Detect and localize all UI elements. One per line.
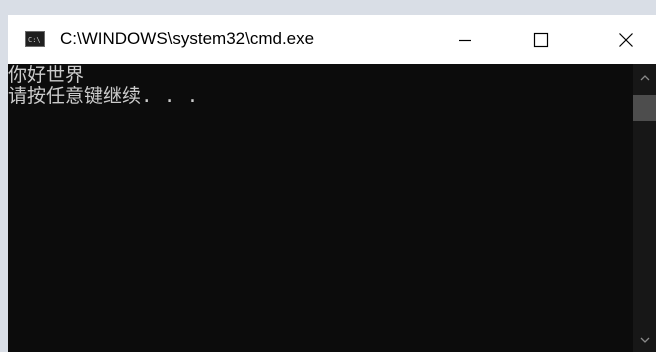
console-output[interactable]: 你好世界 请按任意键继续. . . bbox=[8, 64, 633, 352]
scroll-track[interactable] bbox=[633, 121, 656, 327]
window-title: C:\WINDOWS\system32\cmd.exe bbox=[60, 29, 315, 48]
close-icon bbox=[618, 32, 634, 48]
cmd-icon[interactable]: C:\ bbox=[25, 31, 45, 47]
cmd-window: C:\ C:\WINDOWS\system32\cmd.exe 你好世界 请按任… bbox=[8, 15, 656, 352]
chevron-down-icon bbox=[640, 331, 650, 349]
vertical-scrollbar[interactable] bbox=[633, 64, 656, 352]
title-bar[interactable]: C:\ C:\WINDOWS\system32\cmd.exe bbox=[8, 15, 656, 64]
console-line: 请按任意键继续. . . bbox=[8, 85, 199, 107]
console-line: 你好世界 bbox=[8, 64, 85, 86]
minimize-button[interactable] bbox=[442, 15, 488, 64]
minimize-icon bbox=[458, 33, 472, 47]
scroll-thumb[interactable] bbox=[633, 95, 656, 121]
svg-text:C:\: C:\ bbox=[28, 36, 41, 43]
scroll-down-button[interactable] bbox=[633, 327, 656, 352]
chevron-up-icon bbox=[640, 68, 650, 86]
maximize-icon bbox=[533, 32, 549, 48]
maximize-button[interactable] bbox=[518, 15, 564, 64]
close-button[interactable] bbox=[596, 15, 656, 64]
console-lines: 你好世界 请按任意键继续. . . bbox=[8, 65, 198, 107]
scroll-up-button[interactable] bbox=[633, 64, 656, 89]
